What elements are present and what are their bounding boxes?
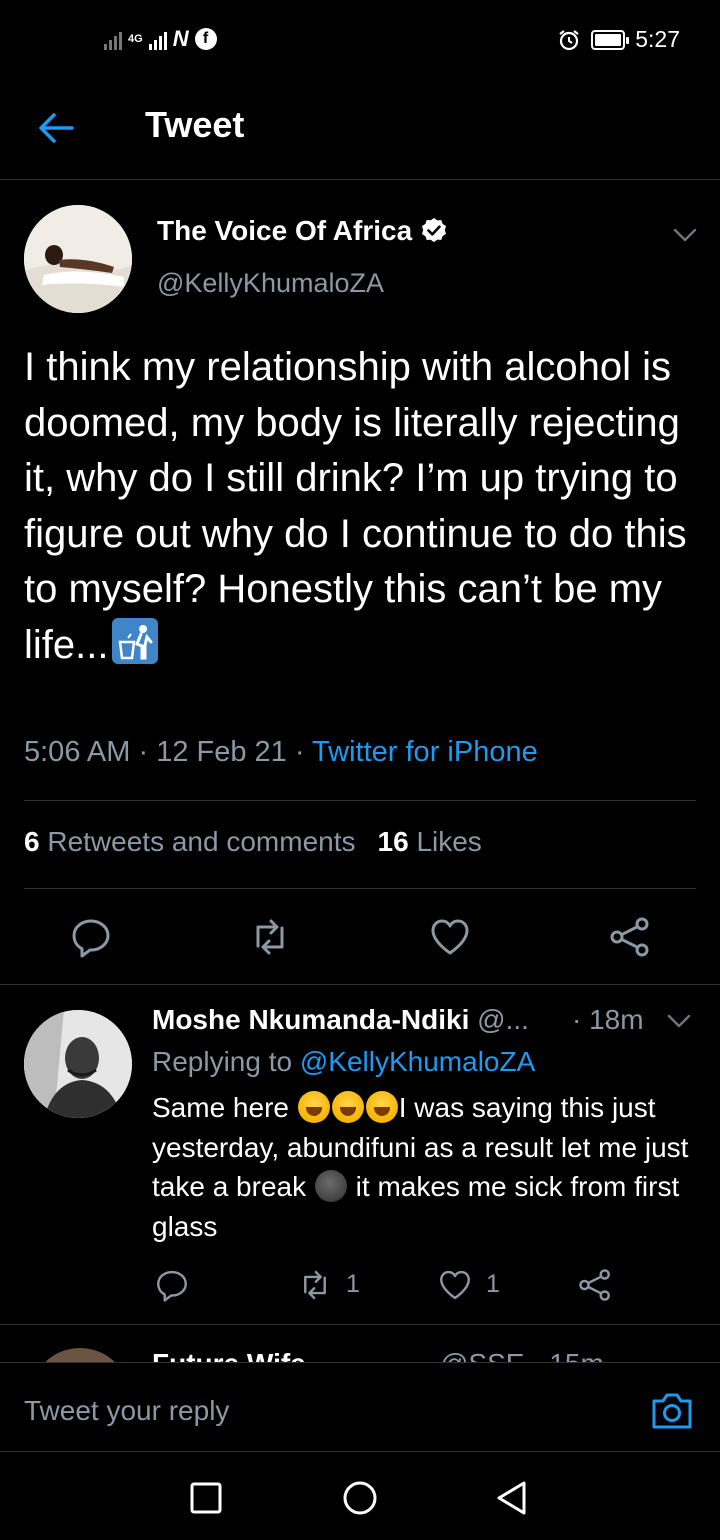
put-litter-in-its-place-icon <box>112 617 159 664</box>
meta-separator: · <box>286 736 313 768</box>
retweets-count: 6 <box>24 826 40 857</box>
tweet-time: 5:06 AM <box>24 736 131 768</box>
new-moon-face-icon <box>314 1170 347 1202</box>
back-triangle-icon[interactable] <box>494 1480 530 1516</box>
top-app-bar: Tweet <box>0 84 720 180</box>
back-arrow-icon[interactable] <box>36 108 76 148</box>
replying-prefix: Replying to <box>152 1046 293 1077</box>
loudly-crying-face-icon <box>297 1091 330 1123</box>
avatar-photo-icon <box>24 205 132 313</box>
reply-composer[interactable]: Tweet your reply <box>0 1362 720 1452</box>
divider <box>0 984 720 985</box>
reply-avatar[interactable] <box>24 1010 132 1118</box>
divider <box>24 888 696 889</box>
alarm-icon <box>559 29 579 50</box>
system-navigation-bar <box>0 1452 720 1540</box>
next-reply-name: Future Wife <box>152 1348 306 1362</box>
tweet-date: 12 Feb 21 <box>156 736 287 768</box>
next-reply-partial[interactable]: Future Wife @SSE · 15m <box>0 1326 720 1362</box>
recent-apps-square-icon[interactable] <box>188 1480 224 1516</box>
clock: 5:27 <box>635 26 680 52</box>
status-left: 4G N f <box>104 26 217 52</box>
next-reply-avatar <box>30 1348 130 1362</box>
retweets-stat[interactable]: 6 Retweets and comments <box>24 826 356 857</box>
tweet-metadata: 5:06 AM · 12 Feb 21 · Twitter for iPhone <box>24 736 538 769</box>
reply-options-chevron-down-icon[interactable] <box>666 1008 692 1034</box>
avatar-photo-icon <box>24 1010 132 1118</box>
sim2-signal-icon <box>148 28 167 50</box>
retweet-icon[interactable] <box>298 1268 332 1302</box>
nfc-icon: N <box>172 26 189 51</box>
reply-retweet-count: 1 <box>346 1270 360 1298</box>
page-title: Tweet <box>145 104 245 145</box>
reply-icon[interactable] <box>155 1268 189 1302</box>
replying-to-mention-link[interactable]: @KellyKhumaloZA <box>300 1046 535 1077</box>
share-icon[interactable] <box>578 1268 612 1302</box>
facebook-notification-icon: f <box>194 28 217 50</box>
next-reply-meta: @SSE · 15m <box>440 1348 604 1362</box>
author-handle[interactable]: @KellyKhumaloZA <box>157 268 384 299</box>
camera-icon[interactable] <box>650 1391 694 1431</box>
reply-icon[interactable] <box>70 916 112 958</box>
retweet-icon[interactable] <box>249 916 291 958</box>
battery-icon <box>591 29 630 50</box>
reply-text: Same here I was saying this just yesterd… <box>152 1088 700 1246</box>
reply-author-name: Moshe Nkumanda-Ndiki <box>152 1004 470 1035</box>
tweet-options-chevron-down-icon[interactable] <box>672 222 698 248</box>
meta-separator: · <box>130 736 157 768</box>
author-name[interactable]: The Voice Of Africa <box>157 215 448 247</box>
share-icon[interactable] <box>609 916 651 958</box>
divider <box>24 800 696 801</box>
tweet-text: I think my relationship with alcohol is … <box>24 340 696 673</box>
status-right: 5:27 <box>557 26 680 53</box>
tweet-source-link[interactable]: Twitter for iPhone <box>312 736 538 768</box>
author-name-text: The Voice Of Africa <box>157 215 413 246</box>
reply-author-handle: @... <box>477 1004 529 1035</box>
likes-label: Likes <box>416 826 482 857</box>
network-type-label: 4G <box>128 33 143 45</box>
reply-text-part: Same here <box>152 1092 289 1123</box>
author-avatar[interactable] <box>24 205 132 313</box>
loudly-crying-face-icon <box>331 1091 364 1123</box>
divider <box>0 1324 720 1325</box>
likes-count: 16 <box>377 826 409 857</box>
replying-to: Replying to @KellyKhumaloZA <box>152 1046 535 1078</box>
like-heart-icon[interactable] <box>438 1268 472 1302</box>
retweets-label: Retweets and comments <box>47 826 356 857</box>
like-heart-icon[interactable] <box>429 916 471 958</box>
reply-like-count: 1 <box>486 1270 500 1298</box>
status-bar: 4G N f 5:27 <box>0 0 720 84</box>
loudly-crying-face-icon <box>365 1091 398 1123</box>
home-circle-icon[interactable] <box>342 1480 378 1516</box>
sim1-signal-icon <box>104 28 122 50</box>
reply-input[interactable]: Tweet your reply <box>24 1395 229 1427</box>
likes-stat[interactable]: 16 Likes <box>378 826 482 857</box>
tweet-stats: 6 Retweets and comments 16 Likes <box>24 826 482 858</box>
reply-timestamp: · 18m <box>572 1004 644 1035</box>
verified-badge-icon <box>422 218 447 243</box>
